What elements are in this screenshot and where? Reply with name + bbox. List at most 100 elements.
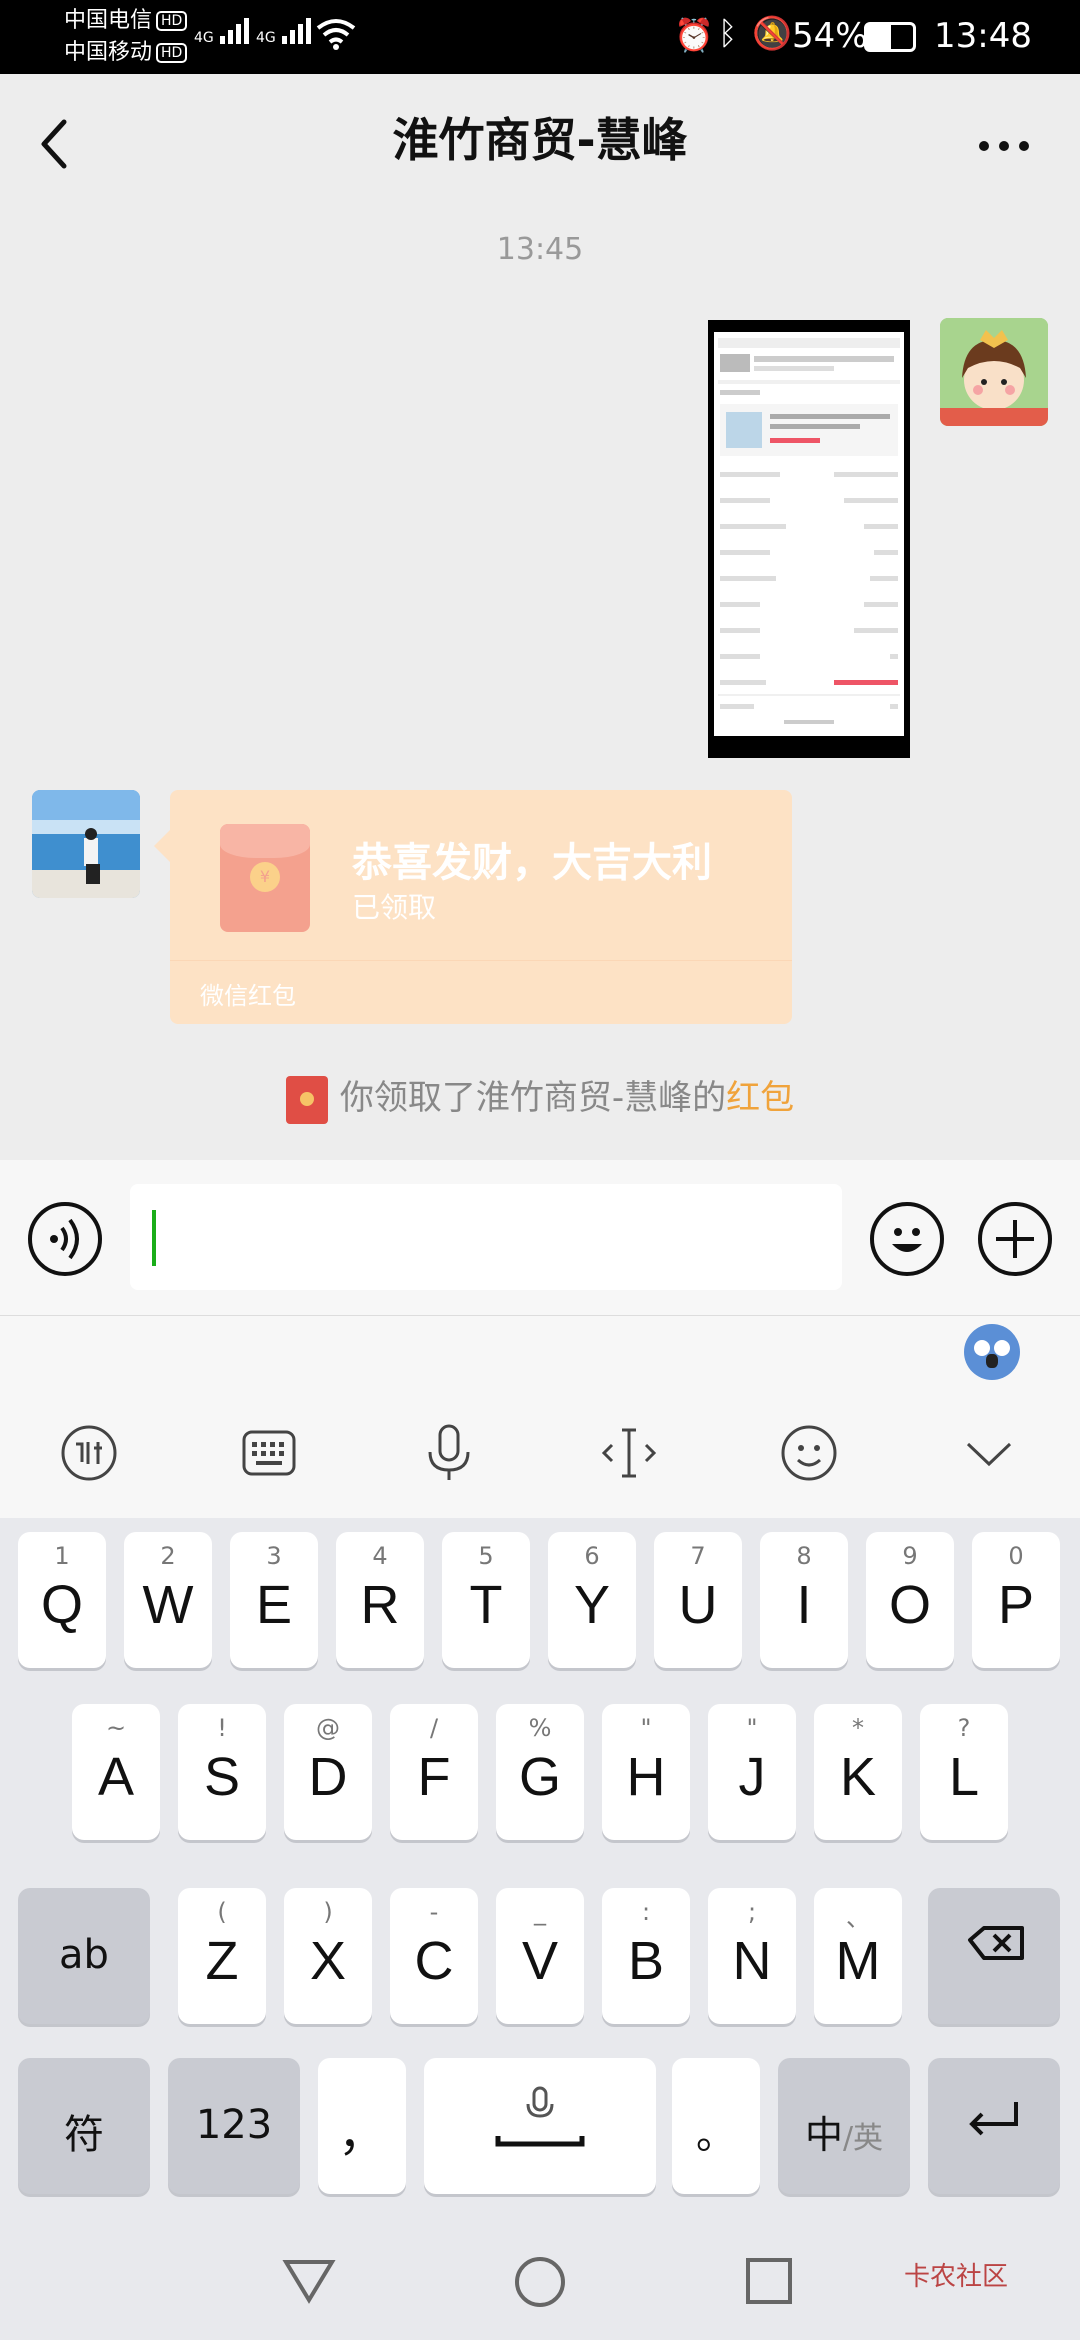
comma-key[interactable]: ， [318, 2058, 406, 2194]
ime-emoji-button[interactable] [774, 1418, 844, 1488]
key-letter: N [732, 1931, 772, 1991]
home-nav-button[interactable] [512, 2254, 568, 2314]
symbol-key-label: 符 [64, 2112, 104, 2158]
key-letter: B [627, 1931, 665, 1991]
key-letter: H [626, 1747, 666, 1807]
space-key[interactable] [424, 2058, 656, 2194]
circle-home-icon [515, 2257, 565, 2307]
ime-logo-button[interactable] [54, 1418, 124, 1488]
emoji-button[interactable] [870, 1202, 944, 1276]
key-y[interactable]: 6Y [548, 1532, 636, 1668]
clock: 13:48 [934, 16, 1032, 56]
key-letter: O [888, 1575, 931, 1635]
key-m[interactable]: 、 M [814, 1888, 902, 2024]
key-hint: ? [957, 1714, 971, 1742]
key-x[interactable]: ) X [284, 1888, 372, 2024]
keyboard-switch-button[interactable] [234, 1418, 304, 1488]
key-u[interactable]: 7U [654, 1532, 742, 1668]
text-cursor-icon [601, 1428, 657, 1478]
language-switch-key[interactable]: 中/英 [778, 2058, 910, 2194]
key-letter: Y [573, 1575, 611, 1635]
signal-icon-2: 4G [256, 16, 314, 46]
cursor-move-button[interactable] [594, 1418, 664, 1488]
key-letter: L [948, 1747, 980, 1807]
message-timestamp: 13:45 [496, 232, 584, 267]
shift-key[interactable]: ab [18, 1888, 150, 2024]
key-s[interactable]: ! S [178, 1704, 266, 1840]
mute-icon: 🔕 [752, 14, 792, 52]
chat-title: 淮竹商贸-慧峰 [392, 113, 688, 167]
symbol-key[interactable]: 符 [18, 2058, 150, 2194]
key-k[interactable]: * K [814, 1704, 902, 1840]
key-d[interactable]: @ D [284, 1704, 372, 1840]
key-letter: S [203, 1747, 241, 1807]
network-type-2: 4G [256, 30, 276, 46]
key-w[interactable]: 2W [124, 1532, 212, 1668]
key-t[interactable]: 5T [442, 1532, 530, 1668]
key-p[interactable]: 0P [972, 1532, 1060, 1668]
lang-main-label: 中 [804, 2113, 843, 2157]
red-packet-link[interactable]: 红包 [726, 1078, 794, 1118]
period-key-label: 。 [696, 2112, 736, 2158]
assistant-bird-icon[interactable] [964, 1324, 1020, 1380]
red-packet-footer: 微信红包 [200, 982, 296, 1010]
key-c[interactable]: -C [390, 1888, 478, 2024]
bluetooth-icon: ᛒ [718, 14, 738, 52]
key-hint: " [746, 1714, 758, 1742]
message-input[interactable] [130, 1184, 842, 1290]
recents-nav-button[interactable] [744, 2256, 794, 2310]
key-hint: 0 [1008, 1542, 1024, 1570]
key-f[interactable]: / F [390, 1704, 478, 1840]
wifi-icon [316, 18, 356, 54]
key-letter: C [414, 1931, 454, 1991]
key-hint: 9 [902, 1542, 918, 1570]
backspace-key[interactable] [928, 1888, 1060, 2024]
coin-icon: ¥ [250, 862, 280, 892]
sent-image-message[interactable] [708, 320, 910, 758]
back-nav-button[interactable] [282, 2256, 336, 2310]
key-z[interactable]: (Z [178, 1888, 266, 2024]
key-r[interactable]: 4R [336, 1532, 424, 1668]
voice-input-button[interactable] [414, 1418, 484, 1488]
key-letter: R [360, 1575, 400, 1635]
period-key[interactable]: 。 [672, 2058, 760, 2194]
key-g[interactable]: % G [496, 1704, 584, 1840]
status-bar: 中国电信 HD 中国移动 HD 4G 4G ⏰ ᛒ 🔕 54% 13:48 [0, 0, 1080, 74]
key-hint: ) [323, 1898, 333, 1926]
text-cursor [152, 1210, 156, 1266]
key-letter: M [835, 1931, 881, 1991]
key-o[interactable]: 9O [866, 1532, 954, 1668]
key-b[interactable]: :B [602, 1888, 690, 2024]
key-hint: : [641, 1898, 651, 1926]
contact-avatar[interactable] [32, 790, 140, 898]
more-button[interactable] [976, 136, 1036, 156]
key-hint: ! [217, 1714, 227, 1742]
screenshot-thumbnail [714, 332, 904, 736]
key-v[interactable]: _ V [496, 1888, 584, 2024]
collapse-keyboard-button[interactable] [954, 1418, 1024, 1488]
plus-button[interactable] [978, 1202, 1052, 1276]
number-key[interactable]: 123 [168, 2058, 300, 2194]
alarm-icon: ⏰ [674, 16, 714, 54]
system-notice: 你领取了淮竹商贸-慧峰的红包 [0, 1070, 1080, 1124]
key-e[interactable]: 3E [230, 1532, 318, 1668]
key-letter: F [417, 1747, 451, 1807]
key-letter: I [796, 1575, 812, 1635]
key-l[interactable]: ? L [920, 1704, 1008, 1840]
comma-key-label: ， [337, 2106, 386, 2162]
voice-button[interactable] [28, 1202, 102, 1276]
key-hint: ~ [105, 1714, 127, 1742]
key-j[interactable]: " J [708, 1704, 796, 1840]
key-hint: 3 [266, 1542, 282, 1570]
key-n[interactable]: ; N [708, 1888, 796, 2024]
my-avatar[interactable] [940, 318, 1048, 426]
key-hint: 、 [846, 1904, 870, 1932]
key-q[interactable]: 1Q [18, 1532, 106, 1668]
key-i[interactable]: 8I [760, 1532, 848, 1668]
key-letter: T [469, 1575, 503, 1635]
enter-key[interactable] [928, 2058, 1060, 2194]
key-h[interactable]: " H [602, 1704, 690, 1840]
red-packet-message[interactable]: ¥ 恭喜发财，大吉大利 已领取 微信红包 [154, 790, 792, 1024]
key-a[interactable]: ~ A [72, 1704, 160, 1840]
key-hint: 1 [54, 1542, 70, 1570]
